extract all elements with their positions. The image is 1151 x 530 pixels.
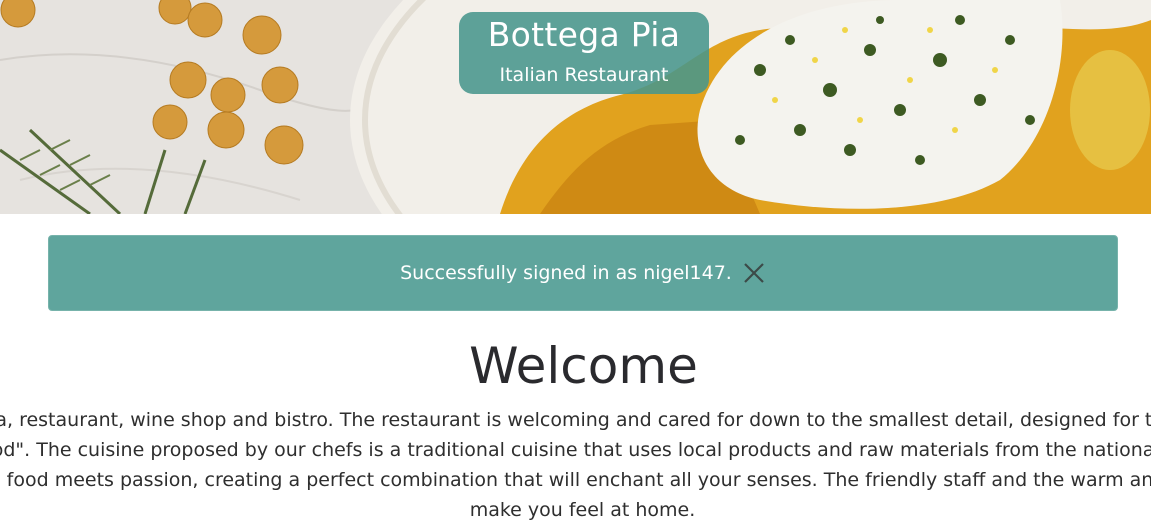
intro-line: ood". The cuisine proposed by our chefs …	[0, 439, 1151, 461]
hero-banner: Bottega Pia Italian Restaurant	[0, 0, 1151, 214]
page-title: Welcome	[469, 337, 698, 395]
close-icon[interactable]	[742, 261, 766, 285]
brand-title[interactable]: Bottega Pia	[459, 15, 709, 55]
alert-message: Successfully signed in as nigel147.	[400, 262, 732, 284]
intro-paragraph: Pia, restaurant, wine shop and bistro. T…	[0, 405, 1151, 525]
signin-success-alert: Successfully signed in as nigel147.	[48, 235, 1118, 311]
intro-line: re food meets passion, creating a perfec…	[0, 469, 1151, 491]
brand-subtitle: Italian Restaurant	[499, 64, 669, 86]
intro-line: Pia, restaurant, wine shop and bistro. T…	[0, 409, 1151, 431]
intro-line: make you feel at home.	[469, 499, 696, 521]
brand-box[interactable]: Bottega Pia Italian Restaurant	[459, 12, 709, 94]
